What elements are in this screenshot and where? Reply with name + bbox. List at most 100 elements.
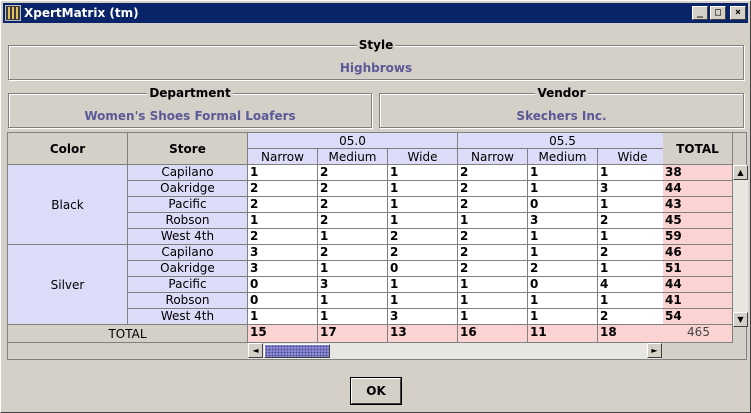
- quantity-cell[interactable]: 0: [248, 277, 318, 293]
- quantity-cell[interactable]: 0: [248, 293, 318, 309]
- quantity-cell[interactable]: 1: [598, 293, 668, 309]
- column-total-cell: 18: [598, 325, 668, 343]
- row-total-cell: 59: [663, 229, 733, 245]
- minimize-button[interactable]: _: [692, 6, 708, 20]
- quantity-cell[interactable]: 1: [388, 213, 458, 229]
- quantity-cell[interactable]: 1: [458, 277, 528, 293]
- quantity-cell[interactable]: 0: [528, 277, 598, 293]
- quantity-cell[interactable]: 1: [598, 197, 668, 213]
- quantity-cell[interactable]: 2: [248, 181, 318, 197]
- quantity-cell[interactable]: 1: [528, 309, 598, 325]
- quantity-cell[interactable]: 2: [318, 165, 388, 181]
- horizontal-scrollbar[interactable]: ◄ ►: [248, 343, 662, 359]
- department-panel: Department Women's Shoes Formal Loafers: [8, 86, 372, 128]
- quantity-cell[interactable]: 2: [598, 245, 668, 261]
- total-column-header[interactable]: TOTAL: [663, 133, 733, 165]
- quantity-cell[interactable]: 1: [318, 309, 388, 325]
- quantity-cell[interactable]: 2: [388, 229, 458, 245]
- quantity-cell[interactable]: 0: [528, 197, 598, 213]
- quantity-cell[interactable]: 1: [248, 309, 318, 325]
- quantity-cell[interactable]: 3: [248, 261, 318, 277]
- quantity-cell[interactable]: 2: [598, 309, 668, 325]
- width-header[interactable]: Medium: [318, 149, 388, 165]
- quantity-cell[interactable]: 1: [458, 213, 528, 229]
- quantity-cell[interactable]: 2: [458, 181, 528, 197]
- ok-button[interactable]: OK: [351, 378, 401, 404]
- totals-row-label: TOTAL: [8, 325, 248, 343]
- color-group-label: Silver: [8, 245, 128, 325]
- quantity-cell[interactable]: 1: [598, 229, 668, 245]
- vertical-scrollbar[interactable]: ▲ ▼: [733, 165, 748, 327]
- quantity-cell[interactable]: 1: [248, 165, 318, 181]
- close-button[interactable]: ×: [730, 6, 746, 20]
- quantity-cell[interactable]: 2: [528, 261, 598, 277]
- quantity-cell[interactable]: 1: [388, 293, 458, 309]
- style-value: Highbrows: [339, 61, 413, 75]
- quantity-cell[interactable]: 1: [388, 181, 458, 197]
- window-title: XpertMatrix (tm): [24, 6, 139, 20]
- quantity-cell[interactable]: 1: [318, 293, 388, 309]
- width-header[interactable]: Narrow: [248, 149, 318, 165]
- horizontal-scroll-thumb[interactable]: [264, 344, 330, 358]
- quantity-cell[interactable]: 2: [318, 197, 388, 213]
- row-total-cell: 44: [663, 181, 733, 197]
- quantity-cell[interactable]: 3: [248, 245, 318, 261]
- width-header[interactable]: Wide: [598, 149, 668, 165]
- quantity-cell[interactable]: 2: [458, 261, 528, 277]
- quantity-cell[interactable]: 2: [248, 197, 318, 213]
- scroll-up-button[interactable]: ▲: [733, 165, 748, 180]
- quantity-cell[interactable]: 2: [318, 181, 388, 197]
- row-total-cell: 44: [663, 277, 733, 293]
- color-column-header[interactable]: Color: [8, 133, 128, 165]
- vendor-value: Skechers Inc.: [516, 109, 607, 123]
- quantity-cell[interactable]: 2: [318, 213, 388, 229]
- quantity-cell[interactable]: 3: [388, 309, 458, 325]
- quantity-cell[interactable]: 3: [528, 213, 598, 229]
- quantity-cell[interactable]: 0: [388, 261, 458, 277]
- width-header[interactable]: Wide: [388, 149, 458, 165]
- quantity-cell[interactable]: 2: [458, 245, 528, 261]
- quantity-cell[interactable]: 2: [458, 197, 528, 213]
- scroll-right-button[interactable]: ►: [647, 343, 662, 358]
- quantity-cell[interactable]: 1: [598, 261, 668, 277]
- column-total-cell: 11: [528, 325, 598, 343]
- quantity-cell[interactable]: 1: [318, 261, 388, 277]
- quantity-cell[interactable]: 2: [248, 229, 318, 245]
- quantity-cell[interactable]: 1: [528, 293, 598, 309]
- width-header[interactable]: Narrow: [458, 149, 528, 165]
- row-total-cell: 51: [663, 261, 733, 277]
- quantity-cell[interactable]: 2: [388, 245, 458, 261]
- quantity-cell[interactable]: 1: [528, 229, 598, 245]
- scroll-left-button[interactable]: ◄: [248, 343, 263, 358]
- title-bar[interactable]: XpertMatrix (tm) _ □ ×: [3, 3, 748, 23]
- maximize-button[interactable]: □: [710, 6, 726, 20]
- quantity-cell[interactable]: 1: [528, 245, 598, 261]
- row-total-cell: 45: [663, 213, 733, 229]
- quantity-cell[interactable]: 1: [458, 309, 528, 325]
- quantity-cell[interactable]: 1: [598, 165, 668, 181]
- quantity-cell[interactable]: 3: [598, 181, 668, 197]
- quantity-cell[interactable]: 2: [598, 213, 668, 229]
- quantity-cell[interactable]: 1: [318, 229, 388, 245]
- size-group-header[interactable]: 05.0: [248, 133, 458, 149]
- quantity-cell[interactable]: 2: [458, 229, 528, 245]
- quantity-cell[interactable]: 4: [598, 277, 668, 293]
- quantity-cell[interactable]: 2: [318, 245, 388, 261]
- quantity-cell[interactable]: 1: [388, 197, 458, 213]
- store-column-header[interactable]: Store: [128, 133, 248, 165]
- quantity-cell[interactable]: 1: [388, 165, 458, 181]
- width-header[interactable]: Medium: [528, 149, 598, 165]
- quantity-cell[interactable]: 1: [528, 181, 598, 197]
- row-total-cell: 46: [663, 245, 733, 261]
- row-total-cell: 43: [663, 197, 733, 213]
- scroll-down-button[interactable]: ▼: [733, 312, 748, 327]
- quantity-cell[interactable]: 1: [248, 213, 318, 229]
- quantity-cell[interactable]: 3: [318, 277, 388, 293]
- column-total-cell: 16: [458, 325, 528, 343]
- quantity-cell[interactable]: 1: [458, 293, 528, 309]
- quantity-cell[interactable]: 1: [528, 165, 598, 181]
- app-icon: [5, 5, 21, 21]
- quantity-cell[interactable]: 2: [458, 165, 528, 181]
- size-group-header[interactable]: 05.5: [458, 133, 668, 149]
- quantity-cell[interactable]: 1: [388, 277, 458, 293]
